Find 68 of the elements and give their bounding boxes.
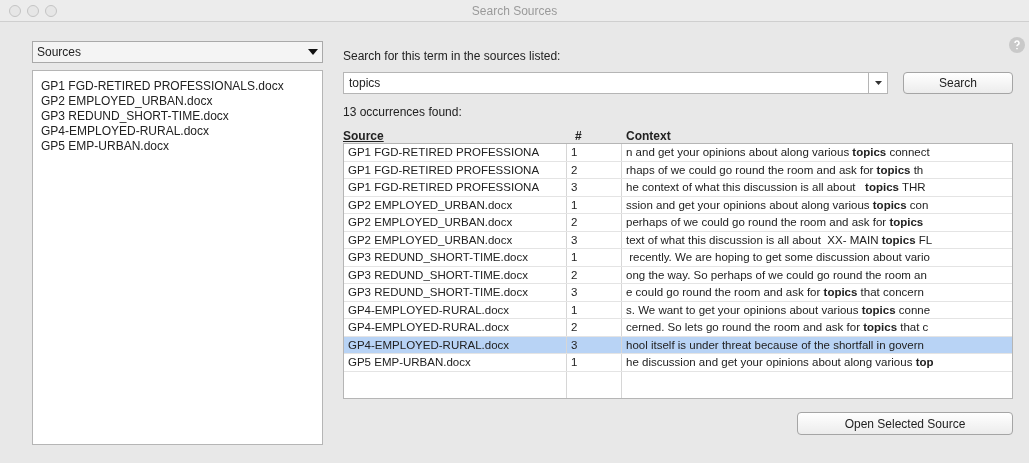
table-cell-text: perhaps of we could go round the room and ask for topics — [625, 215, 925, 230]
list-item[interactable]: GP3 REDUND_SHORT-TIME.docx — [41, 109, 314, 124]
list-item[interactable]: GP5 EMP-URBAN.docx — [41, 139, 314, 154]
table-cell: GP4-EMPLOYED-RURAL.docx — [344, 319, 567, 336]
table-cell: GP4-EMPLOYED-RURAL.docx — [344, 301, 567, 318]
table-row[interactable]: GP5 EMP-URBAN.docx 1 he discussion and get your opinions about along various top — [344, 354, 1012, 372]
list-item[interactable]: GP2 EMPLOYED_URBAN.docx — [41, 94, 314, 109]
table-cell: 2 — [567, 319, 622, 336]
window-button-icon[interactable] — [27, 4, 39, 17]
table-cell-text: recently. We are hoping to get some discussion about vario — [628, 250, 931, 265]
table-row[interactable]: GP1 FGD-RETIRED PROFESSIONA 1 n and get your opinions about along various topics connect — [344, 144, 1012, 162]
result-count: 13 occurrences found: — [343, 104, 463, 119]
table-cell-text: he discussion and get your opinions about along various top — [625, 355, 935, 370]
window-button-icon[interactable] — [45, 4, 57, 17]
table-cell: 2 — [567, 266, 622, 283]
table-cell: GP1 FGD-RETIRED PROFESSIONA — [344, 179, 567, 196]
window-title: Search Sources — [471, 2, 558, 20]
table-cell: 3 — [567, 336, 622, 353]
table-cell: GP3 REDUND_SHORT-TIME.docx — [344, 266, 567, 283]
table-cell-text: text of what this discussion is all about XX- MAIN topics FL — [625, 232, 934, 248]
search-field[interactable]: topics — [343, 72, 869, 94]
table-cell: GP1 FGD-RETIRED PROFESSIONA — [344, 161, 567, 178]
column-header[interactable]: # — [567, 127, 622, 143]
history-dropdown-button[interactable] — [869, 72, 888, 94]
table-cell: GP4-EMPLOYED-RURAL.docx — [344, 336, 567, 353]
scope-dropdown[interactable]: Sources — [32, 41, 323, 63]
table-cell: GP5 EMP-URBAN.docx — [344, 354, 567, 371]
open-source-button[interactable]: Open Selected Source — [797, 412, 1013, 435]
table-cell: GP3 REDUND_SHORT-TIME.docx — [344, 284, 567, 301]
table-cell: 3 — [567, 231, 622, 248]
table-cell: 1 — [567, 196, 622, 213]
search-label: Search for this term in the sources listed: — [343, 48, 562, 64]
table-cell-text: hool itself is under threat because of the shortfall in govern — [625, 337, 925, 353]
table-cell: 3 — [567, 284, 622, 301]
table-cell-text: rhaps of we could go round the room and ask for topics th — [625, 162, 925, 178]
table-cell-text: ssion and get your opinions about along various topics con — [625, 197, 930, 213]
table-cell: GP2 EMPLOYED_URBAN.docx — [344, 196, 567, 213]
table-cell-text: he context of what this discussion is all about topics THR — [625, 180, 927, 195]
list-item[interactable]: GP4-EMPLOYED-RURAL.docx — [41, 124, 314, 139]
table-row[interactable]: GP4-EMPLOYED-RURAL.docx 2 cerned. So lets go round the room and ask for topics that c — [344, 319, 1012, 337]
list-item[interactable]: GP1 FGD-RETIRED PROFESSIONALS.docx — [41, 79, 314, 94]
table-row[interactable]: GP2 EMPLOYED_URBAN.docx 2 perhaps of we could go round the room and ask for topics — [344, 214, 1012, 232]
table-cell-text: cerned. So lets go round the room and ask for topics that c — [625, 320, 930, 335]
table-cell: 2 — [567, 161, 622, 178]
search-button[interactable]: Search — [903, 72, 1013, 94]
table-cell: 2 — [567, 214, 622, 231]
table-cell: 3 — [567, 179, 622, 196]
help-icon[interactable] — [1009, 37, 1025, 53]
table-cell: GP3 REDUND_SHORT-TIME.docx — [344, 249, 567, 266]
table-cell: GP1 FGD-RETIRED PROFESSIONA — [344, 144, 567, 161]
caret-icon — [308, 49, 318, 55]
table-cell-text: n and get your opinions about along various topics connect — [625, 145, 931, 160]
table-cell: 1 — [567, 249, 622, 266]
table-cell: GP2 EMPLOYED_URBAN.docx — [344, 214, 567, 231]
caret-icon — [874, 81, 882, 85]
table-row[interactable]: GP3 REDUND_SHORT-TIME.docx 3 e could go round the room and ask for topics that concern — [344, 284, 1012, 302]
table-cell-text: e could go round the room and ask for topics that concern — [625, 285, 925, 300]
column-header[interactable]: Source — [343, 127, 567, 143]
column-header[interactable]: Context — [622, 127, 671, 143]
table-cell: 1 — [567, 144, 622, 161]
table-cell-text: ong the way. So perhaps of we could go round the room an — [625, 267, 928, 283]
window-button-icon[interactable] — [9, 4, 21, 17]
table-cell: 1 — [567, 301, 622, 318]
table-row[interactable]: GP1 FGD-RETIRED PROFESSIONA 3 he context of what this discussion is all about topics THR — [344, 179, 1012, 197]
table-cell: GP2 EMPLOYED_URBAN.docx — [344, 231, 567, 248]
table-cell: 1 — [567, 354, 622, 371]
table-row[interactable]: GP3 REDUND_SHORT-TIME.docx 1 recently. We are hoping to get some discussion about vario — [344, 249, 1012, 267]
table-cell-text: s. We want to get your opinions about various topics conne — [625, 302, 932, 318]
